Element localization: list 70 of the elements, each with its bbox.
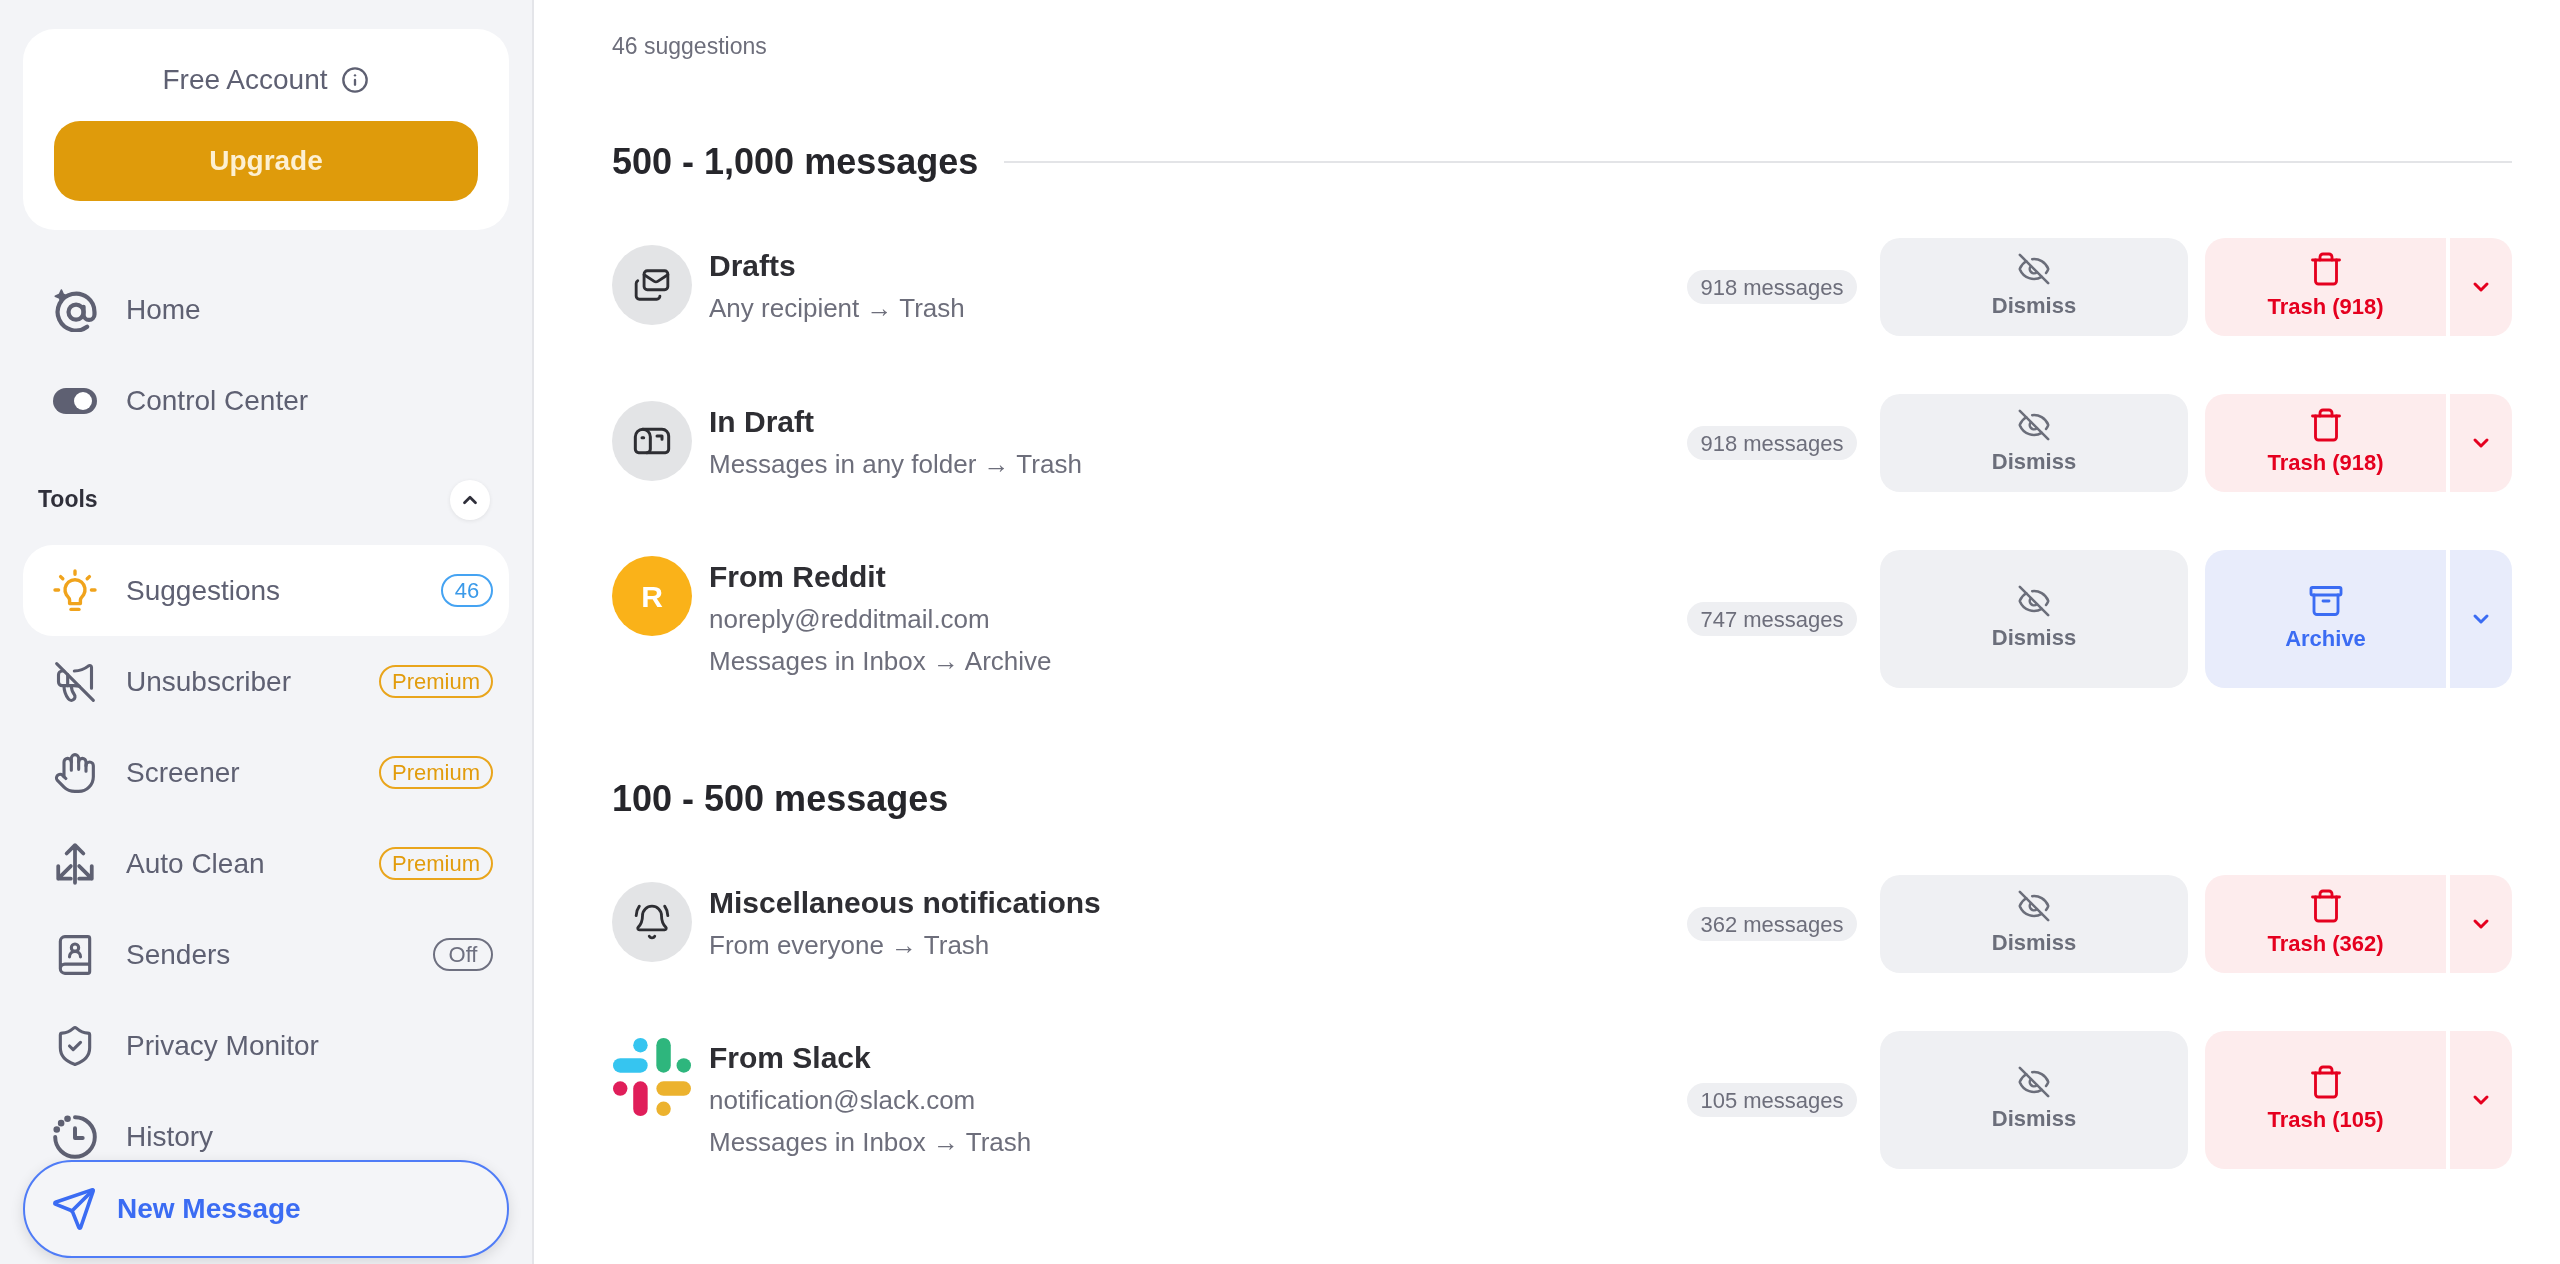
at-sign-icon [53,287,97,332]
row-subtitle: noreply@redditmail.com [709,603,991,636]
nav-item[interactable]: Unsubscriber Premium [23,659,509,704]
row-subtitle: Messages in Inbox → Archive [709,645,1052,678]
row-subtitle: Messages in Inbox → Trash [709,1126,1032,1159]
dismiss-button[interactable]: Dismiss [1880,394,2188,492]
megaphone-off-icon [53,659,97,704]
archive-icon [2307,583,2344,619]
dropdown-button[interactable] [2450,875,2512,973]
info-icon [341,66,370,94]
dropdown-button[interactable] [2450,394,2512,492]
row-subtitle: From everyone → Trash [709,929,991,962]
premium-badge: Premium [379,847,493,880]
nav-item[interactable]: Home [23,287,509,332]
collapse-button[interactable] [450,479,490,520]
account-label: Free Account [162,63,328,97]
section-label: Tools [38,485,98,515]
row-subtitle: Any recipient → Trash [709,292,965,325]
dropdown-button[interactable] [2450,1031,2512,1169]
row-title: In Draft [709,404,815,440]
dropdown-button[interactable] [2450,550,2512,688]
count-badge: 46 [441,574,493,607]
nav-item[interactable]: Control Center [23,378,509,423]
trash-button[interactable]: Trash (105) [2205,1031,2446,1169]
section-heading: 100 - 500 messages [612,777,949,821]
eye-off-icon [2017,408,2051,442]
nav-item[interactable]: Privacy Monitor [23,1023,509,1068]
suggestion-count: 46 suggestions [612,32,767,61]
eye-off-icon [2017,252,2051,286]
lightbulb-icon [53,568,97,613]
message-count-badge: 918 messages [1687,270,1857,304]
nav-item[interactable]: Suggestions 46 [23,545,509,636]
nav-item[interactable]: Screener Premium [23,750,509,795]
dismiss-button[interactable]: Dismiss [1880,875,2188,973]
row-subtitle: notification@slack.com [709,1084,977,1117]
trash-button[interactable]: Trash (918) [2205,394,2446,492]
eye-off-icon [2017,889,2051,923]
message-count-badge: 747 messages [1687,602,1857,636]
pinwheel-logo-icon [613,1038,691,1116]
archive-button[interactable]: Archive [2205,550,2446,688]
nav-item[interactable]: History [23,1114,509,1159]
message-count-badge: 918 messages [1687,426,1857,460]
hand-icon [53,750,97,795]
premium-badge: Premium [379,665,493,698]
dismiss-button[interactable]: Dismiss [1880,1031,2188,1169]
trash-button[interactable]: Trash (362) [2205,875,2446,973]
section-heading: 500 - 1,000 messages [612,140,979,184]
toggle-icon [53,387,97,414]
row-subtitle: Messages in any folder → Trash [709,448,1082,481]
premium-badge: Premium [379,756,493,789]
status-badge: Off [433,938,493,971]
row-title: From Reddit [709,559,887,595]
dismiss-button[interactable]: Dismiss [1880,238,2188,336]
dismiss-button[interactable]: Dismiss [1880,550,2188,688]
nav-item[interactable]: Auto Clean Premium [23,841,509,886]
message-count-badge: 105 messages [1687,1083,1857,1117]
send-icon [51,1186,97,1232]
eye-off-icon [2017,1065,2051,1099]
message-count-badge: 362 messages [1687,907,1857,941]
trash-button[interactable]: Trash (918) [2205,238,2446,336]
nav-item[interactable]: Senders Off [23,932,509,977]
letter-avatar: R [612,556,692,636]
row-title: Miscellaneous notifications [709,885,1101,921]
clock-icon [53,1114,97,1159]
row-title: From Slack [709,1040,872,1076]
new-message-button[interactable]: New Message [23,1160,509,1258]
row-title: Drafts [709,248,797,284]
dropdown-button[interactable] [2450,238,2512,336]
arrows-icon [53,841,97,886]
eye-off-icon [2017,584,2051,618]
